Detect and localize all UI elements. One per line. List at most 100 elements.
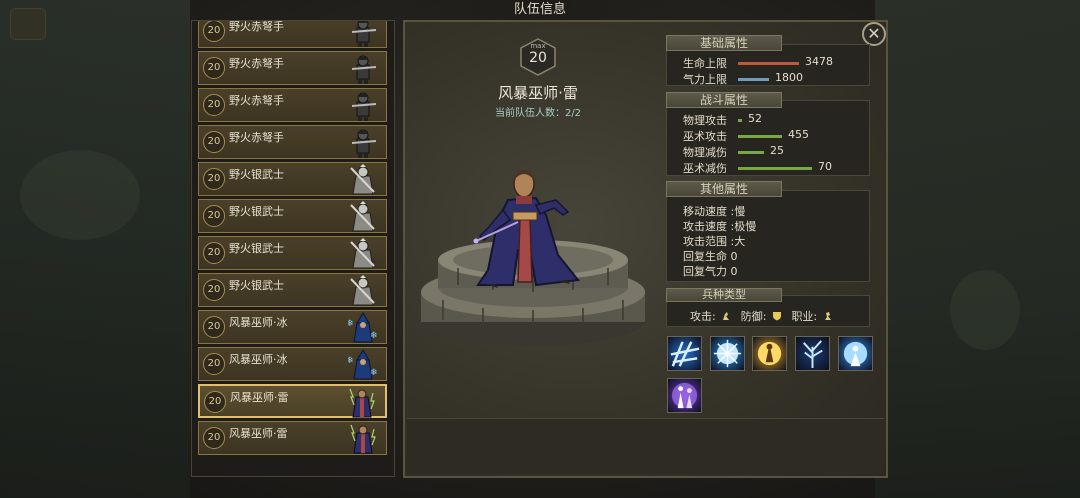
thunder-mage-figure <box>473 170 580 288</box>
stat-bar <box>738 167 812 170</box>
attack-type-icon[interactable] <box>721 311 731 321</box>
roster-item-name: 野火赤弩手 <box>229 94 284 107</box>
svg-text:❄: ❄ <box>348 356 354 366</box>
level-badge: 20 <box>203 242 225 264</box>
roster-item-name: 野火赤弩手 <box>229 20 284 33</box>
roster-item-name: 野火银武士 <box>229 205 284 218</box>
level-badge: 20 <box>203 279 225 301</box>
level-badge: 20 <box>203 168 225 190</box>
window-title-text: 队伍信息 <box>393 0 686 20</box>
stat-label: 物理减伤 <box>683 146 727 159</box>
ice-figure-icon[interactable] <box>838 336 873 371</box>
knight-unit-icon <box>348 201 378 233</box>
svg-text:❄: ❄ <box>370 331 378 341</box>
roster-item[interactable]: 20 风暴巫师·冰 ❄❄ <box>198 310 387 344</box>
unit-portrait <box>421 170 645 346</box>
roster-item-name: 风暴巫师·冰 <box>229 353 288 366</box>
roster-item-name: 野火银武士 <box>229 279 284 292</box>
stat-value: 455 <box>788 128 809 141</box>
thunder-mage-unit-icon <box>347 387 377 419</box>
roster-item[interactable]: 20 野火银武士 <box>198 236 387 270</box>
roster-item-name: 风暴巫师·冰 <box>229 316 288 329</box>
defense-shield-icon[interactable] <box>772 311 782 321</box>
arcane-figure-icon[interactable] <box>667 378 702 413</box>
stat-value: 3478 <box>805 55 833 68</box>
stat-bar <box>738 78 769 81</box>
level-badge: 20 <box>203 353 225 375</box>
class-type-label: 职业: <box>791 310 818 323</box>
stat-value: 52 <box>748 112 762 125</box>
team-count: 当前队伍人数：2/2 <box>494 108 582 119</box>
crossbow-unit-icon <box>348 90 378 122</box>
stat-value: 70 <box>818 160 832 173</box>
knight-unit-icon <box>348 275 378 307</box>
svg-text:❄: ❄ <box>370 368 378 378</box>
roster-item-name: 野火赤弩手 <box>229 131 284 144</box>
stat-label: 物理攻击 <box>683 114 727 127</box>
roster-item-name: 风暴巫师·雷 <box>230 391 289 404</box>
roster-item[interactable]: 20 风暴巫师·雷 <box>198 421 387 455</box>
max-level-badge <box>520 38 556 76</box>
level-badge: 20 <box>203 94 225 116</box>
stat-bar <box>738 135 782 138</box>
background-left <box>0 0 190 498</box>
other-stat-row: 回复气力 0 <box>683 265 738 278</box>
combat-stats-title: 战斗属性 <box>666 92 782 108</box>
stat-label: 生命上限 <box>683 57 727 70</box>
chain-lightning-icon[interactable] <box>667 336 702 371</box>
thunder-tree-icon[interactable] <box>795 336 830 371</box>
stat-value: 25 <box>770 144 784 157</box>
level-badge: 20 <box>203 131 225 153</box>
unit-type-row: 攻击: 防御: 职业: <box>690 308 839 324</box>
class-type-icon[interactable] <box>823 311 833 321</box>
level-badge: 20 <box>203 57 225 79</box>
roster-item[interactable]: 20 野火赤弩手 <box>198 51 387 85</box>
other-stat-row: 攻击范围 :大 <box>683 235 746 248</box>
stat-bar <box>738 62 799 65</box>
stat-bar <box>738 151 764 154</box>
level-badge: 20 <box>203 427 225 449</box>
other-stats-title: 其他属性 <box>666 181 782 197</box>
roster-item[interactable]: 20 野火赤弩手 <box>198 125 387 159</box>
stat-label: 巫术攻击 <box>683 130 727 143</box>
stat-label: 巫术减伤 <box>683 162 727 175</box>
crossbow-unit-icon <box>348 53 378 85</box>
close-button[interactable]: ✕ <box>862 22 886 46</box>
frost-burst-icon[interactable] <box>710 336 745 371</box>
roster-item-name: 野火赤弩手 <box>229 57 284 70</box>
stat-bar <box>738 119 742 122</box>
other-stat-row: 攻击速度 :极慢 <box>683 220 757 233</box>
level-badge: 20 <box>203 21 225 42</box>
knight-unit-icon <box>348 164 378 196</box>
stat-label: 气力上限 <box>683 73 727 86</box>
golden-aura-icon[interactable] <box>752 336 787 371</box>
level-badge: 20 <box>203 205 225 227</box>
ice-mage-unit-icon: ❄❄ <box>346 349 378 381</box>
roster-item[interactable]: 20 野火银武士 <box>198 199 387 233</box>
background-blob <box>20 150 140 240</box>
unit-type-title: 兵种类型 <box>666 288 782 302</box>
thunder-mage-unit-icon <box>348 423 378 455</box>
roster-item-name: 风暴巫师·雷 <box>229 427 288 440</box>
roster-list[interactable]: 20 野火赤弩手 20 野火赤弩手 20 野火赤弩手 20 野火赤弩手 20 野火银武士 20 野火银… <box>191 20 395 477</box>
level-badge: 20 <box>203 316 225 338</box>
base-stats-title: 基础属性 <box>666 35 782 51</box>
other-stat-row: 回复生命 0 <box>683 250 738 263</box>
crossbow-unit-icon <box>348 21 378 48</box>
roster-item[interactable]: 20 野火银武士 <box>198 162 387 196</box>
roster-item[interactable]: 20风暴巫师·冰❄❄ <box>198 347 387 381</box>
roster-item[interactable]: 20 野火银武士 <box>198 273 387 307</box>
crossbow-unit-icon <box>348 127 378 159</box>
ice-mage-unit-icon: ❄❄ <box>346 312 378 344</box>
other-stat-row: 移动速度 :慢 <box>683 205 746 218</box>
level-badge: 20 <box>204 391 226 413</box>
roster-item[interactable]: 20 野火赤弩手 <box>198 20 387 48</box>
roster-item[interactable]: 20 野火赤弩手 <box>198 88 387 122</box>
attack-type-label: 攻击: <box>690 310 716 323</box>
roster-item-name: 野火银武士 <box>229 242 284 255</box>
roster-item[interactable]: 20 风暴巫师·雷 <box>198 384 387 418</box>
panel-footer <box>407 418 884 474</box>
window-title: 队伍信息 <box>0 0 1080 20</box>
background-blob <box>950 270 1020 350</box>
defense-type-label: 防御: <box>740 310 767 323</box>
